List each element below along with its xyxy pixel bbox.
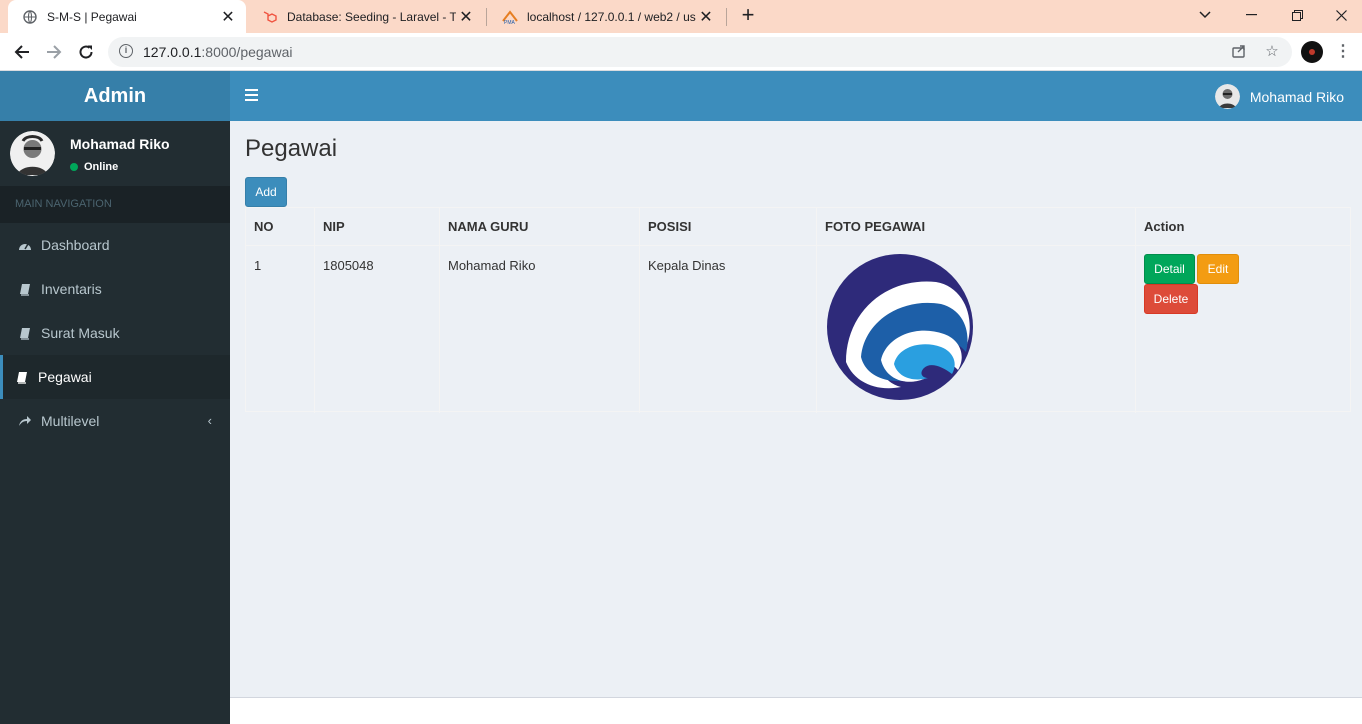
column-header-nip: NIP [323, 219, 345, 234]
browser-toolbar: i 127.0.0.1:8000/pegawai ☆ ⋮ [0, 33, 1362, 71]
pegawai-table: NO NIP NAMA GURU POSISI FOTO PEGAWAI Act… [245, 207, 1351, 413]
sidebar-item-label: Inventaris [41, 281, 102, 297]
sidebar-item-label: Dashboard [41, 237, 110, 253]
tab-title: S-M-S | Pegawai [47, 9, 137, 24]
column-header-no: NO [254, 219, 274, 234]
app-logo[interactable]: Admin [0, 71, 230, 121]
tab-title: Database: Seeding - Laravel - The [287, 9, 456, 24]
phpmyadmin-icon: PMA [502, 9, 518, 25]
cell-no: 1 [254, 258, 262, 273]
sidebar-item-label: Multilevel [41, 413, 100, 429]
sidebar-item-pegawai[interactable]: Pegawai [0, 355, 230, 399]
add-button[interactable]: Add [245, 177, 287, 207]
browser-tab-active[interactable]: S-M-S | Pegawai ✕ [8, 0, 246, 33]
site-info-icon[interactable]: i [119, 44, 133, 58]
restore-icon[interactable] [1274, 0, 1320, 30]
cell-nama: Mohamad Riko [448, 258, 536, 273]
column-header-foto-pegawai: FOTO PEGAWAI [825, 219, 926, 234]
laravel-icon [262, 9, 278, 25]
browser-tab-bar: S-M-S | Pegawai ✕ Database: Seeding - La… [0, 0, 1362, 33]
chevron-left-icon: ‹ [207, 413, 212, 428]
cell-posisi: Kepala Dinas [648, 258, 726, 273]
sidebar-item-inventaris[interactable]: Inventaris [0, 267, 230, 311]
book-icon [18, 326, 32, 340]
share-icon [18, 414, 32, 428]
globe-icon [22, 9, 38, 25]
sidebar-item-dashboard[interactable]: Dashboard [0, 223, 230, 267]
page-title: Pegawai [245, 135, 338, 162]
profile-avatar-icon[interactable] [1301, 41, 1323, 63]
online-dot-icon [70, 163, 78, 171]
share-page-icon[interactable] [1230, 43, 1248, 61]
book-icon [18, 282, 32, 296]
sidebar: Mohamad Riko Online MAIN NAVIGATION Dash… [0, 121, 230, 724]
navbar-user-menu[interactable]: Mohamad Riko [1214, 84, 1344, 109]
sidebar-item-label: Pegawai [38, 369, 92, 385]
avatar [1214, 84, 1240, 109]
user-status: Online [70, 161, 118, 173]
book-icon [15, 370, 29, 384]
url-text: 127.0.0.1:8000/pegawai [143, 44, 293, 60]
sidebar-toggle-icon[interactable] [245, 89, 258, 101]
sidebar-item-multilevel[interactable]: Multilevel ‹ [0, 399, 230, 443]
tab-separator [726, 8, 727, 26]
edit-button[interactable]: Edit [1197, 254, 1239, 284]
footer [230, 697, 1362, 724]
sidebar-user-name: Mohamad Riko [70, 136, 170, 152]
tab-title: localhost / 127.0.0.1 / web2 / use [527, 9, 696, 24]
dashboard-icon [18, 238, 32, 252]
delete-button[interactable]: Delete [1144, 284, 1198, 314]
close-tab-icon[interactable]: ✕ [696, 7, 716, 27]
column-header-nama-guru: NAMA GURU [448, 219, 529, 234]
main-content: Pegawai Add NO NIP NAMA GURU POSISI FOTO… [230, 121, 1362, 697]
top-navbar: Mohamad Riko [230, 71, 1362, 121]
browser-menu-icon[interactable]: ⋮ [1335, 42, 1351, 62]
new-tab-button[interactable]: + [737, 4, 759, 27]
browser-tab[interactable]: PMA localhost / 127.0.0.1 / web2 / use ✕ [488, 0, 724, 33]
close-tab-icon[interactable]: ✕ [456, 7, 476, 27]
navbar-user-name: Mohamad Riko [1249, 88, 1344, 105]
bookmark-star-icon[interactable]: ☆ [1263, 43, 1281, 61]
sidebar-nav-header: MAIN NAVIGATION [0, 186, 230, 223]
sidebar-item-label: Surat Masuk [41, 325, 120, 341]
close-tab-icon[interactable]: ✕ [218, 7, 238, 27]
avatar [10, 131, 55, 176]
back-icon[interactable] [9, 39, 35, 65]
user-panel: Mohamad Riko Online [0, 121, 230, 186]
close-window-icon[interactable] [1318, 0, 1362, 30]
svg-text:PMA: PMA [504, 20, 516, 25]
minimize-icon[interactable] [1228, 0, 1274, 30]
column-header-posisi: POSISI [648, 219, 692, 234]
sidebar-item-surat-masuk[interactable]: Surat Masuk [0, 311, 230, 355]
address-bar[interactable]: i 127.0.0.1:8000/pegawai ☆ [108, 37, 1292, 67]
cell-nip: 1805048 [323, 258, 374, 273]
detail-button[interactable]: Detail [1144, 254, 1195, 284]
employee-photo [827, 254, 973, 400]
tab-separator [486, 8, 487, 26]
column-header-action: Action [1144, 219, 1185, 234]
forward-icon[interactable] [41, 39, 67, 65]
browser-tab[interactable]: Database: Seeding - Laravel - The ✕ [248, 0, 484, 33]
tab-search-icon[interactable] [1182, 0, 1228, 30]
user-status-label: Online [84, 161, 119, 173]
reload-icon[interactable] [73, 39, 99, 65]
